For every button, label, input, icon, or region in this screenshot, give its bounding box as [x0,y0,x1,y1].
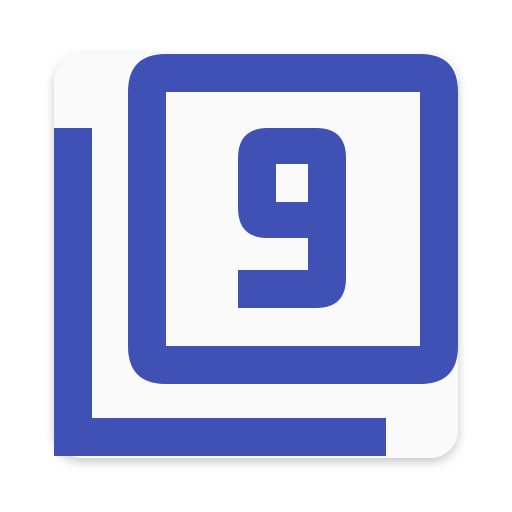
icon-stage [0,0,512,512]
filter-nine-app-icon [54,54,458,458]
digit-nine-icon [238,128,346,308]
app-tile-background [54,54,458,458]
